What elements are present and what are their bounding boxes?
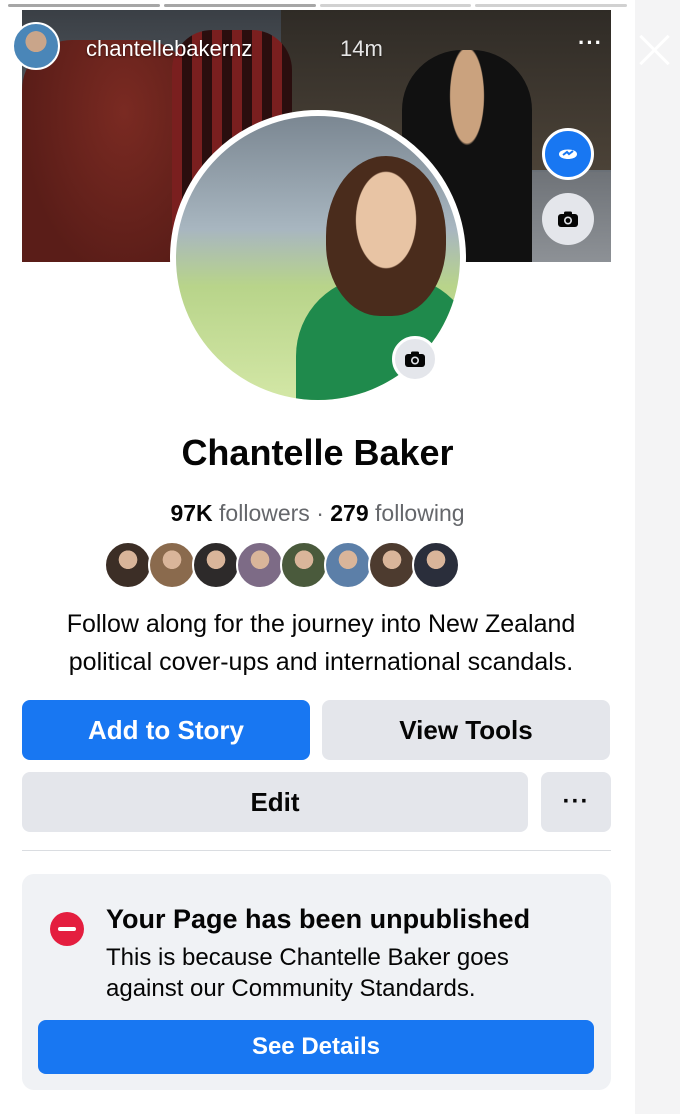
follower-avatars[interactable]	[104, 541, 460, 589]
notice-title: Your Page has been unpublished	[106, 904, 531, 934]
messenger-icon	[557, 141, 579, 167]
story-more-icon[interactable]: ···	[578, 30, 603, 56]
friend-avatar[interactable]	[104, 541, 152, 589]
friend-avatar[interactable]	[236, 541, 284, 589]
add-to-story-button[interactable]: Add to Story	[22, 700, 310, 760]
friend-avatar[interactable]	[192, 541, 240, 589]
followers-count[interactable]: 97K	[170, 500, 212, 526]
cover-person	[22, 40, 192, 262]
camera-icon	[404, 351, 426, 368]
friend-avatar[interactable]	[368, 541, 416, 589]
edit-profile-photo-button[interactable]	[392, 336, 438, 382]
see-details-button[interactable]: See Details	[38, 1020, 594, 1074]
divider	[22, 850, 611, 851]
camera-icon	[557, 211, 579, 228]
friend-avatar[interactable]	[280, 541, 328, 589]
edit-button[interactable]: Edit	[22, 772, 528, 832]
edit-cover-button[interactable]	[542, 193, 594, 245]
story-progress-segment	[319, 4, 472, 7]
avatar-frame-button[interactable]	[542, 128, 594, 180]
friend-avatar[interactable]	[324, 541, 372, 589]
story-progress	[8, 4, 627, 7]
following-label[interactable]: following	[375, 500, 465, 526]
friend-avatar[interactable]	[412, 541, 460, 589]
notice-body: This is because Chantelle Baker goes aga…	[106, 944, 509, 1002]
story-progress-segment	[475, 4, 627, 7]
following-count[interactable]: 279	[330, 500, 368, 526]
friend-avatar[interactable]	[148, 541, 196, 589]
story-avatar[interactable]	[12, 22, 60, 70]
more-options-button[interactable]: ···	[541, 772, 611, 832]
view-tools-button[interactable]: View Tools	[322, 700, 610, 760]
stats-separator: ·	[316, 500, 324, 526]
page-bio: Follow along for the journey into New Ze…	[66, 610, 576, 676]
follow-stats: 97K followers · 279 following	[0, 500, 635, 527]
followers-label[interactable]: followers	[219, 500, 310, 526]
profile-card: chantellebakernz 14m ··· Chantelle Baker…	[0, 0, 635, 1114]
blocked-icon	[50, 912, 84, 946]
story-progress-segment	[163, 4, 316, 7]
page-title: Chantelle Baker	[181, 432, 454, 473]
story-progress-segment	[8, 4, 160, 7]
story-timestamp: 14m	[340, 36, 383, 61]
profile-photo-face	[326, 156, 446, 316]
close-icon[interactable]	[632, 28, 676, 72]
story-username[interactable]: chantellebakernz	[86, 36, 252, 62]
